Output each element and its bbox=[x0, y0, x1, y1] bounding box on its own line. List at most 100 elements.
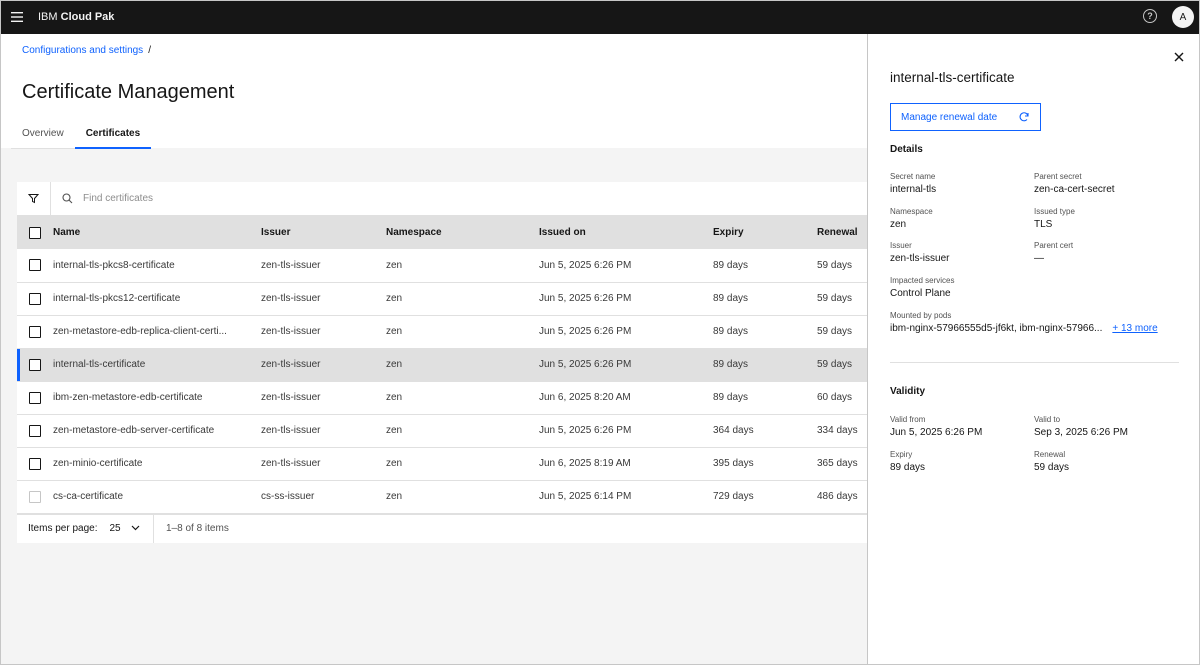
row-select-cell bbox=[17, 381, 53, 415]
items-per-page-select[interactable]: 25 bbox=[109, 523, 140, 534]
cell-expiry: 89 days bbox=[713, 282, 817, 316]
mounted-by-pods-label: Mounted by pods bbox=[890, 311, 952, 320]
cell-renewal: 486 days bbox=[817, 480, 867, 514]
cell-renewal: 59 days bbox=[817, 249, 867, 283]
column-header-issued-on[interactable]: Issued on bbox=[539, 216, 713, 249]
select-all-checkbox[interactable] bbox=[29, 226, 41, 239]
cell-issued-on: Jun 5, 2025 6:26 PM bbox=[539, 315, 713, 349]
table-row[interactable]: zen-metastore-edb-server-certificate zen… bbox=[17, 414, 867, 448]
cell-issuer: zen-tls-issuer bbox=[261, 348, 386, 382]
secret-name-field: Secret name internal-tls bbox=[890, 172, 936, 195]
table-row[interactable]: zen-minio-certificate zen-tls-issuer zen… bbox=[17, 447, 867, 481]
cell-renewal: 334 days bbox=[817, 414, 867, 448]
filter-button[interactable] bbox=[17, 181, 51, 216]
cell-expiry: 89 days bbox=[713, 381, 817, 415]
mounted-by-pods-value: ibm-nginx-57966555d5-jf6kt, ibm-nginx-57… bbox=[890, 323, 1158, 334]
items-per-page-value: 25 bbox=[109, 523, 121, 534]
issuer-field: Issuer zen-tls-issuer bbox=[890, 241, 949, 264]
row-checkbox[interactable] bbox=[29, 325, 41, 338]
parent-cert-field: Parent cert — bbox=[1034, 241, 1073, 264]
row-checkbox[interactable] bbox=[29, 457, 41, 470]
breadcrumb-link[interactable]: Configurations and settings bbox=[22, 45, 143, 56]
row-select-cell bbox=[17, 447, 53, 481]
row-checkbox-disabled bbox=[29, 490, 41, 503]
help-icon[interactable]: ? bbox=[1143, 9, 1157, 23]
table-row-selected[interactable]: internal-tls-certificate zen-tls-issuer … bbox=[17, 348, 867, 382]
cell-issued-on: Jun 6, 2025 8:19 AM bbox=[539, 447, 713, 481]
cell-name: zen-metastore-edb-replica-client-certi..… bbox=[53, 315, 261, 349]
column-header-issuer[interactable]: Issuer bbox=[261, 216, 386, 249]
parent-cert-label: Parent cert bbox=[1034, 241, 1074, 250]
issuer-value: zen-tls-issuer bbox=[890, 253, 950, 264]
items-per-page-label: Items per page: bbox=[28, 523, 98, 534]
parent-secret-label: Parent secret bbox=[1034, 172, 1082, 181]
chevron-down-icon bbox=[131, 523, 140, 534]
cell-namespace: zen bbox=[386, 249, 539, 283]
renewal-value: 59 days bbox=[1034, 462, 1070, 473]
row-select-cell bbox=[17, 414, 53, 448]
page-title: Certificate Management bbox=[22, 81, 235, 103]
row-checkbox[interactable] bbox=[29, 391, 41, 404]
breadcrumb-separator: / bbox=[148, 45, 151, 56]
namespace-field: Namespace zen bbox=[890, 207, 933, 230]
cell-issued-on: Jun 6, 2025 8:20 AM bbox=[539, 381, 713, 415]
table-row[interactable]: zen-metastore-edb-replica-client-certi..… bbox=[17, 315, 867, 349]
cell-renewal: 365 days bbox=[817, 447, 867, 481]
validity-heading: Validity bbox=[890, 386, 926, 397]
more-pods-link[interactable]: + 13 more bbox=[1112, 323, 1157, 334]
search-input[interactable] bbox=[83, 193, 383, 204]
cell-name: internal-tls-certificate bbox=[53, 348, 261, 382]
avatar[interactable]: A bbox=[1172, 6, 1194, 28]
select-all-cell bbox=[17, 216, 53, 249]
search-icon bbox=[62, 193, 73, 204]
row-checkbox[interactable] bbox=[29, 259, 41, 272]
row-checkbox[interactable] bbox=[29, 358, 41, 371]
mounted-by-pods-field: Mounted by pods ibm-nginx-57966555d5-jf6… bbox=[890, 311, 1158, 334]
cell-expiry: 89 days bbox=[713, 348, 817, 382]
column-header-name[interactable]: Name bbox=[53, 216, 261, 249]
valid-to-label: Valid to bbox=[1034, 415, 1061, 424]
brand-name[interactable]: IBM Cloud Pak bbox=[38, 11, 114, 23]
table-row[interactable]: cs-ca-certificate cs-ss-issuer zen Jun 5… bbox=[17, 480, 867, 514]
close-icon[interactable] bbox=[1172, 50, 1186, 64]
issuer-label: Issuer bbox=[890, 241, 912, 250]
cell-issuer: zen-tls-issuer bbox=[261, 315, 386, 349]
table-row[interactable]: ibm-zen-metastore-edb-certificate zen-tl… bbox=[17, 381, 867, 415]
cell-renewal: 60 days bbox=[817, 381, 867, 415]
expiry-value: 89 days bbox=[890, 462, 926, 473]
parent-secret-value: zen-ca-cert-secret bbox=[1034, 184, 1115, 195]
cell-name: zen-minio-certificate bbox=[53, 447, 261, 481]
brand-product: Cloud Pak bbox=[60, 11, 115, 23]
tab-list: Overview Certificates bbox=[11, 124, 152, 149]
table-row[interactable]: internal-tls-pkcs12-certificate zen-tls-… bbox=[17, 282, 867, 316]
cell-expiry: 89 days bbox=[713, 315, 817, 349]
row-checkbox[interactable] bbox=[29, 424, 41, 437]
menu-icon[interactable] bbox=[0, 0, 34, 34]
cell-namespace: zen bbox=[386, 282, 539, 316]
expiry-field: Expiry 89 days bbox=[890, 450, 925, 473]
row-checkbox[interactable] bbox=[29, 292, 41, 305]
valid-from-value: Jun 5, 2025 6:26 PM bbox=[890, 427, 983, 438]
cell-name: ibm-zen-metastore-edb-certificate bbox=[53, 381, 261, 415]
table-header-row: Name Issuer Namespace Issued on Expiry R… bbox=[17, 216, 867, 249]
cell-namespace: zen bbox=[386, 414, 539, 448]
cell-namespace: zen bbox=[386, 348, 539, 382]
column-header-namespace[interactable]: Namespace bbox=[386, 216, 539, 249]
table-toolbar bbox=[17, 181, 867, 216]
cell-issuer: zen-tls-issuer bbox=[261, 282, 386, 316]
column-header-renewal[interactable]: Renewal bbox=[817, 216, 867, 249]
tab-certificates[interactable]: Certificates bbox=[74, 124, 152, 149]
tab-overview[interactable]: Overview bbox=[11, 124, 75, 149]
table-row[interactable]: internal-tls-pkcs8-certificate zen-tls-i… bbox=[17, 249, 867, 283]
valid-from-field: Valid from Jun 5, 2025 6:26 PM bbox=[890, 415, 982, 438]
breadcrumb: Configurations and settings / bbox=[22, 45, 151, 56]
items-per-page: Items per page: 25 bbox=[17, 514, 154, 543]
secret-name-label: Secret name bbox=[890, 172, 936, 181]
cell-issuer: zen-tls-issuer bbox=[261, 249, 386, 283]
namespace-label: Namespace bbox=[890, 207, 933, 216]
column-header-expiry[interactable]: Expiry bbox=[713, 216, 817, 249]
row-select-cell bbox=[17, 480, 53, 514]
manage-renewal-date-button[interactable]: Manage renewal date bbox=[890, 103, 1041, 131]
cell-renewal: 59 days bbox=[817, 282, 867, 316]
row-select-cell bbox=[17, 348, 53, 382]
